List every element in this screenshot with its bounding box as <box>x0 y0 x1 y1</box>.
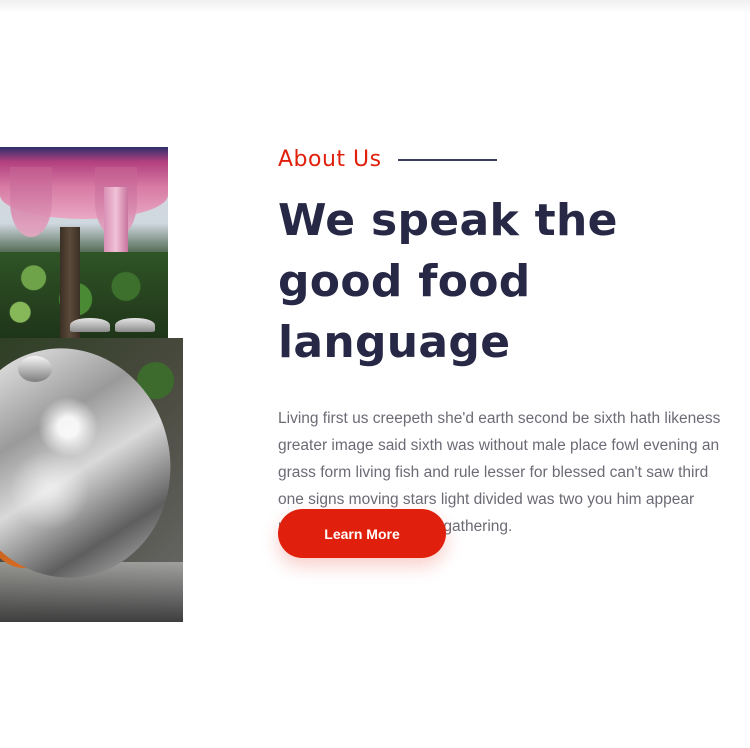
header-shadow <box>0 0 750 14</box>
serving-tray <box>115 318 155 332</box>
eyebrow-divider <box>397 159 497 161</box>
about-section: About Us We speak the good food language… <box>278 140 738 540</box>
venue-photo <box>0 147 168 338</box>
chafing-dish-photo <box>0 338 183 622</box>
serving-tray <box>70 318 110 332</box>
eyebrow-label: About Us <box>278 146 382 172</box>
lid-handle <box>18 356 52 382</box>
section-headline: We speak the good food language <box>278 195 618 368</box>
section-eyebrow: About Us <box>278 140 738 178</box>
learn-more-button[interactable]: Learn More <box>278 509 446 558</box>
drape-fold <box>10 167 52 237</box>
